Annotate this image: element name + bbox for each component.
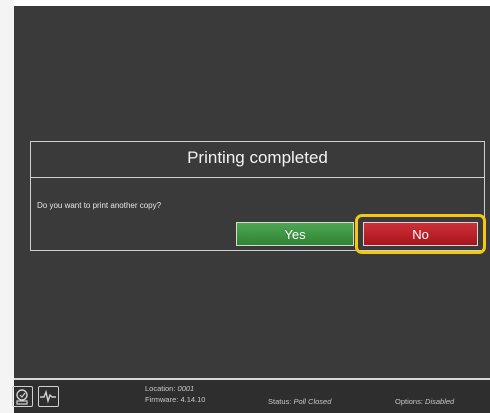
printer-settings-icon[interactable]	[12, 386, 33, 407]
left-margin	[0, 0, 14, 413]
status-bar: Location: 0001 Firmware: 4.14.10 Status:…	[12, 380, 490, 413]
options-label: Options:	[395, 397, 423, 406]
main-area: Printing completed Do you want to print …	[14, 6, 490, 378]
kiosk-screen: Printing completed Do you want to print …	[12, 6, 490, 413]
dialog-title: Printing completed	[187, 148, 328, 167]
status-readout: Status: Poll Closed	[268, 397, 331, 406]
location-label: Location:	[145, 384, 176, 393]
heartbeat-monitor-icon[interactable]	[38, 386, 59, 407]
options-value: Disabled	[425, 397, 455, 406]
no-button-highlight: No	[355, 214, 486, 254]
no-button[interactable]: No	[363, 222, 478, 246]
location-value: 0001	[177, 384, 195, 393]
status-value: Poll Closed	[293, 397, 332, 406]
yes-button[interactable]: Yes	[236, 222, 354, 246]
options-readout: Options: Disabled	[395, 397, 454, 406]
firmware-readout: Firmware: 4.14.10	[145, 395, 205, 404]
location-readout: Location: 0001	[145, 384, 194, 393]
dialog-divider	[31, 177, 484, 178]
dialog-message: Do you want to print another copy?	[37, 201, 162, 210]
status-label: Status:	[268, 397, 292, 406]
firmware-value: 4.14.10	[180, 395, 206, 404]
firmware-label: Firmware:	[145, 395, 179, 404]
print-complete-dialog: Printing completed Do you want to print …	[30, 141, 486, 254]
